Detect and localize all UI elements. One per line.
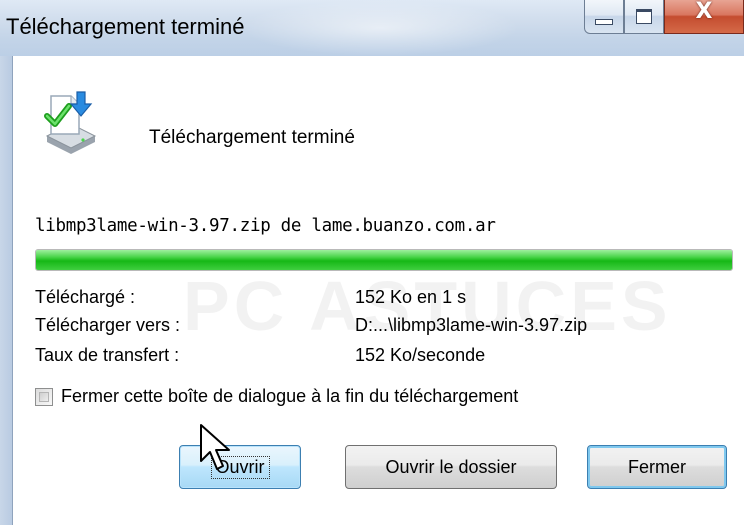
close-window-button[interactable]: X — [664, 0, 744, 34]
progress-fill — [36, 250, 732, 270]
download-complete-icon — [44, 91, 97, 154]
dialog-content: PC ASTUCES Téléchargement terminé libmp3… — [12, 56, 744, 525]
open-folder-button-label: Ouvrir le dossier — [385, 456, 517, 477]
download-progress-bar — [35, 249, 733, 271]
maximize-button[interactable] — [624, 0, 664, 34]
transfer-rate-value: 152 Ko/seconde — [355, 345, 486, 365]
minimize-icon — [595, 18, 613, 25]
maximize-icon — [636, 9, 652, 24]
window-frame-left — [0, 56, 12, 525]
minimize-button[interactable] — [584, 0, 624, 34]
close-on-finish-option[interactable]: Fermer cette boîte de dialogue à la fin … — [35, 386, 518, 407]
downloaded-label: Téléchargé : — [35, 287, 136, 307]
close-button[interactable]: Fermer — [587, 445, 727, 489]
window-title: Téléchargement terminé — [6, 14, 245, 39]
close-button-label: Fermer — [628, 456, 686, 477]
caption-buttons: X — [584, 0, 744, 36]
close-icon: X — [695, 0, 713, 24]
open-folder-button[interactable]: Ouvrir le dossier — [345, 445, 557, 489]
status-text: Téléchargement terminé — [149, 127, 355, 148]
close-on-finish-checkbox[interactable] — [35, 387, 53, 406]
download-to-label: Télécharger vers : — [35, 315, 181, 335]
open-button[interactable]: Ouvrir — [179, 445, 301, 489]
download-complete-dialog: Téléchargement terminé X PC ASTUCES Télé… — [0, 0, 744, 525]
title-bar[interactable]: Téléchargement terminé X — [0, 0, 744, 57]
downloaded-value: 152 Ko en 1 s — [355, 287, 467, 307]
transfer-rate-label: Taux de transfert : — [35, 345, 180, 365]
close-on-finish-label[interactable]: Fermer cette boîte de dialogue à la fin … — [61, 386, 518, 407]
mouse-pointer-icon — [200, 424, 230, 470]
download-to-value: D:...\libmp3lame-win-3.97.zip — [355, 315, 588, 335]
download-source: libmp3lame-win-3.97.zip de lame.buanzo.c… — [35, 216, 496, 236]
